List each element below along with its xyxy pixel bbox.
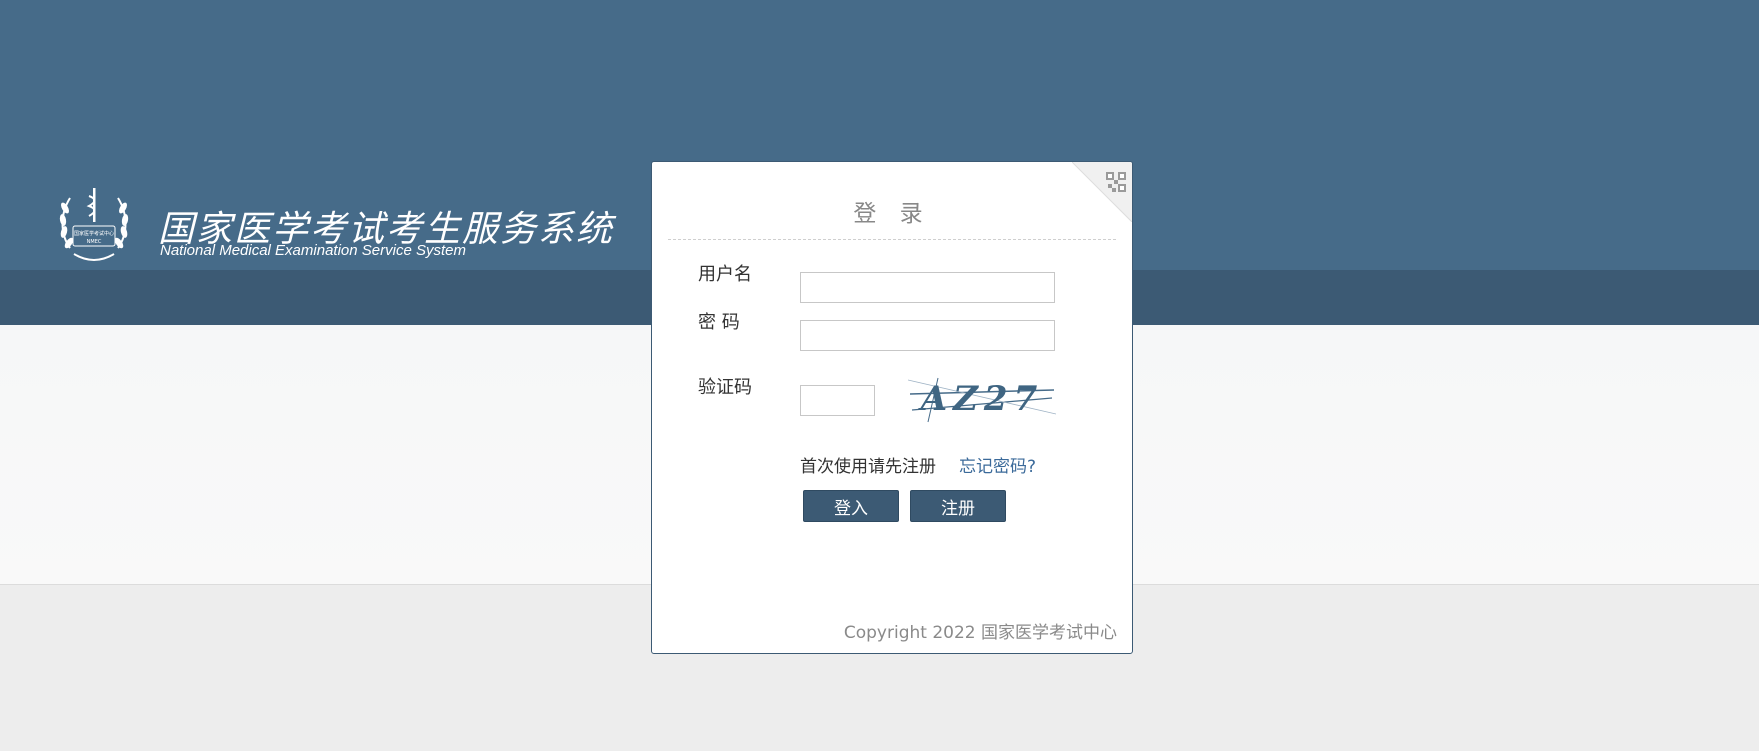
title-divider — [668, 239, 1116, 240]
captcha-image[interactable]: AZ27 — [908, 370, 1056, 426]
emblem-icon: 国家医学考试中心 NMEC — [59, 188, 129, 261]
register-hint: 首次使用请先注册 — [800, 457, 936, 477]
username-label: 用户名 — [698, 264, 752, 285]
copyright-text: Copyright 2022 国家医学考试中心 — [843, 623, 1117, 643]
emblem-abbr: NMEC — [87, 239, 102, 245]
login-button[interactable]: 登入 — [803, 490, 899, 522]
register-button[interactable]: 注册 — [910, 490, 1006, 522]
username-input[interactable] — [800, 272, 1055, 303]
brand-logo: 国家医学考试中心 NMEC 国家医学考试考生服务系统 National Medi… — [56, 184, 616, 264]
captcha-label: 验证码 — [698, 377, 752, 398]
login-panel: 登 录 用户名 密 码 验证码 AZ27 首次使用请先注册 忘记密码? 登入 注… — [651, 161, 1133, 654]
captcha-input[interactable] — [800, 385, 875, 416]
login-title: 登 录 — [853, 201, 931, 227]
captcha-text: AZ27 — [918, 379, 1044, 419]
forgot-password-link[interactable]: 忘记密码? — [959, 452, 1036, 477]
password-input[interactable] — [800, 320, 1055, 351]
system-title-en: National Medical Examination Service Sys… — [160, 242, 466, 259]
emblem-text: 国家医学考试中心 — [74, 230, 114, 237]
password-label: 密 码 — [698, 312, 740, 333]
